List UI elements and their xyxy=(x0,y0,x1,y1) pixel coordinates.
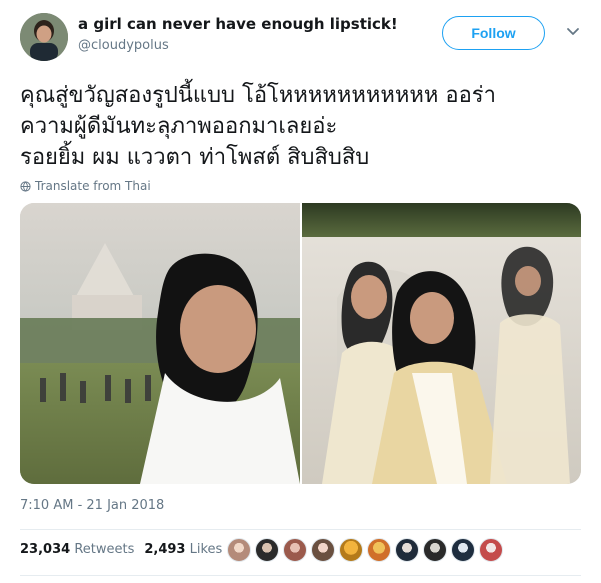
likers-avatars xyxy=(227,538,503,562)
likes-label: Likes xyxy=(189,542,223,557)
globe-icon xyxy=(20,180,31,192)
retweets-stat[interactable]: 23,034 Retweets xyxy=(20,542,134,557)
avatar[interactable] xyxy=(20,13,68,61)
liker-avatar[interactable] xyxy=(255,538,279,562)
liker-avatar[interactable] xyxy=(395,538,419,562)
liker-avatar[interactable] xyxy=(423,538,447,562)
divider xyxy=(20,529,581,530)
translate-link[interactable]: Translate from Thai xyxy=(20,179,151,193)
tweet-stats: 23,034 Retweets 2,493 Likes xyxy=(20,542,222,557)
tweet-text: คุณสู่ขวัญสองรูปนี้แบบ โอ้โหหหหหหหหหหห อ… xyxy=(20,83,496,170)
liker-avatar[interactable] xyxy=(311,538,335,562)
divider xyxy=(20,575,581,576)
likes-stat[interactable]: 2,493 Likes xyxy=(144,542,222,557)
liker-avatar[interactable] xyxy=(339,538,363,562)
retweets-count: 23,034 xyxy=(20,542,71,557)
liker-avatar[interactable] xyxy=(283,538,307,562)
chevron-down-icon[interactable] xyxy=(565,23,581,39)
tweet-header: a girl can never have enough lipstick! @… xyxy=(20,13,583,63)
retweets-label: Retweets xyxy=(74,542,135,557)
tweet-photo-right[interactable] xyxy=(302,203,581,484)
tweet-photo-left[interactable] xyxy=(20,203,300,484)
likes-count: 2,493 xyxy=(144,542,186,557)
author-handle[interactable]: @cloudypolus xyxy=(78,38,169,53)
liker-avatar[interactable] xyxy=(227,538,251,562)
translate-label: Translate from Thai xyxy=(35,179,151,193)
tweet-media xyxy=(20,203,581,484)
liker-avatar[interactable] xyxy=(451,538,475,562)
author-name[interactable]: a girl can never have enough lipstick! xyxy=(78,15,398,33)
liker-avatar[interactable] xyxy=(367,538,391,562)
follow-button[interactable]: Follow xyxy=(442,16,545,50)
tweet-timestamp[interactable]: 7:10 AM - 21 Jan 2018 xyxy=(20,498,164,513)
liker-avatar[interactable] xyxy=(479,538,503,562)
